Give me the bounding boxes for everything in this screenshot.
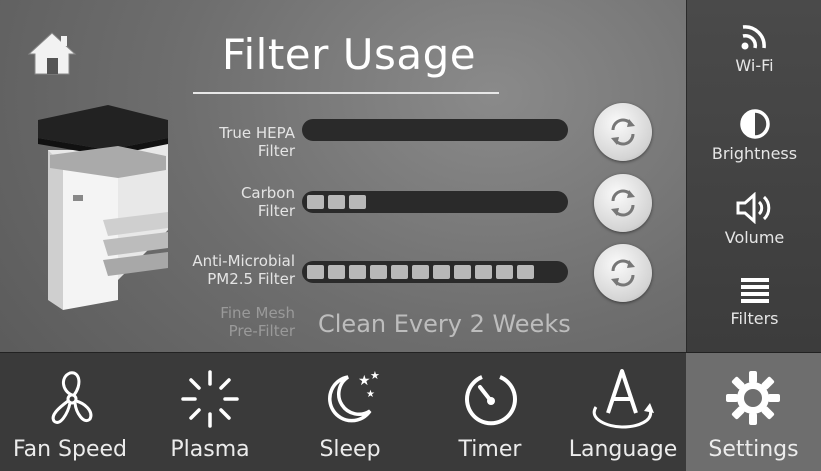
usage-segment: [391, 265, 408, 279]
sidebar-item-brightness[interactable]: Brightness: [687, 108, 821, 163]
usage-segment: [454, 265, 471, 279]
title-underline: [193, 92, 499, 94]
nav-label: Sleep: [319, 437, 381, 462]
nav-label: Language: [568, 437, 678, 462]
clean-reminder: Clean Every 2 Weeks: [318, 310, 571, 338]
nav-label: Fan Speed: [12, 437, 128, 462]
volume-icon: [736, 191, 770, 225]
nav-timer[interactable]: Timer: [420, 353, 560, 471]
sidebar-item-label: Volume: [724, 228, 785, 247]
usage-segment: [307, 265, 324, 279]
usage-segment: [433, 265, 450, 279]
filter-label-anti-microbial: Anti-Microbial PM2.5 Filter: [185, 252, 295, 288]
usage-segment: [349, 195, 366, 209]
filter-label-line1: Fine Mesh: [220, 304, 295, 322]
reset-button-anti-microbial[interactable]: [594, 244, 652, 302]
nav-label: Settings: [708, 437, 799, 462]
svg-text:★: ★: [370, 369, 380, 382]
sidebar-item-wifi[interactable]: Wi-Fi: [687, 22, 821, 75]
usage-segment: [307, 195, 324, 209]
filter-label-line1: True HEPA: [219, 124, 295, 142]
fan-icon: [51, 371, 93, 424]
settings-sidebar: Wi-Fi Brightness Volume Filters: [686, 0, 821, 352]
filter-label-true-hepa: True HEPA Filter: [185, 124, 295, 160]
sidebar-item-filters[interactable]: Filters: [687, 275, 821, 328]
filter-label-carbon: Carbon Filter: [185, 184, 295, 220]
nav-fan-speed[interactable]: Fan Speed: [0, 353, 140, 471]
usage-segment: [328, 265, 345, 279]
usage-segment: [475, 265, 492, 279]
filter-label-line2: PM2.5 Filter: [207, 270, 295, 288]
filter-label-line1: Carbon: [240, 184, 295, 202]
nav-language[interactable]: Language: [560, 353, 686, 471]
svg-text:★: ★: [358, 373, 371, 389]
filter-label-fine-mesh: Fine Mesh Pre-Filter: [185, 304, 295, 340]
main-panel: Filter Usage True HEPA Filter Carbon Fil…: [0, 0, 686, 352]
refresh-icon: [611, 118, 635, 146]
home-button[interactable]: [27, 30, 77, 76]
purifier-illustration: [38, 105, 168, 310]
nav-sleep[interactable]: ★ ★ ★ Sleep: [280, 353, 420, 471]
filter-label-line2: Filter: [257, 142, 295, 160]
usage-segment: [349, 265, 366, 279]
reset-button-carbon[interactable]: [594, 174, 652, 232]
sidebar-item-label: Wi-Fi: [735, 56, 774, 75]
device-screen: Filter Usage True HEPA Filter Carbon Fil…: [0, 0, 821, 471]
nav-label: Plasma: [170, 437, 250, 462]
page-title: Filter Usage: [221, 30, 477, 79]
wifi-icon: [741, 25, 766, 50]
language-icon: [592, 369, 654, 429]
home-icon: [27, 32, 77, 75]
timer-icon: [465, 375, 517, 426]
filter-usage-bar-true-hepa: [302, 119, 568, 141]
bottom-nav: Fan Speed Plasma ★ ★ ★ Sleep Timer Langu…: [0, 352, 821, 471]
sleep-icon: ★ ★ ★: [328, 369, 380, 423]
svg-text:★: ★: [366, 389, 375, 400]
nav-plasma[interactable]: Plasma: [140, 353, 280, 471]
sidebar-item-label: Filters: [730, 309, 779, 328]
nav-settings[interactable]: Settings: [686, 353, 821, 471]
usage-segment: [496, 265, 513, 279]
refresh-icon: [611, 259, 635, 287]
brightness-icon: [739, 109, 770, 139]
usage-segment: [370, 265, 387, 279]
filter-label-line2: Filter: [257, 202, 295, 220]
gear-icon: [726, 371, 780, 425]
filter-usage-bar-carbon: [302, 191, 568, 213]
sidebar-item-label: Brightness: [711, 144, 798, 163]
reset-button-true-hepa[interactable]: [594, 103, 652, 161]
usage-segment: [517, 265, 534, 279]
filters-icon: [740, 278, 769, 303]
usage-segment: [328, 195, 345, 209]
nav-label: Timer: [458, 437, 522, 462]
sidebar-item-volume[interactable]: Volume: [687, 191, 821, 247]
filter-label-line1: Anti-Microbial: [192, 252, 295, 270]
filter-usage-bar-anti-microbial: [302, 261, 568, 283]
filter-label-line2: Pre-Filter: [228, 322, 295, 340]
usage-segment: [412, 265, 429, 279]
plasma-icon: [181, 370, 239, 428]
refresh-icon: [611, 189, 635, 217]
